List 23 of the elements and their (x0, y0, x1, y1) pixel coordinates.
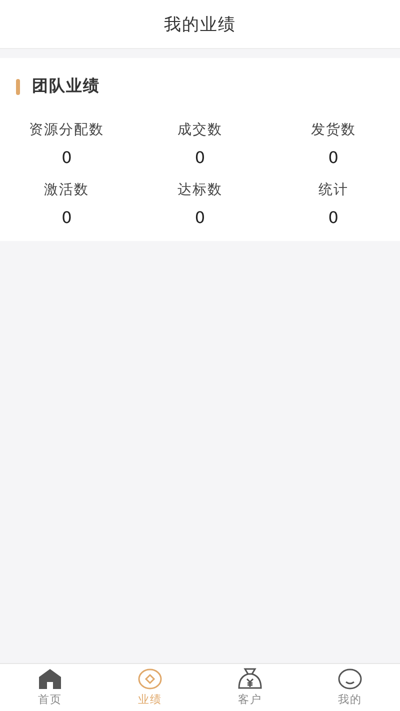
stat-label: 资源分配数 (29, 121, 104, 139)
stat-value: 0 (328, 148, 338, 167)
face-icon (338, 668, 362, 690)
stat-label: 发货数 (310, 121, 356, 139)
tab[interactable]: 首页 (0, 664, 100, 711)
section-title: 团队业绩 (32, 76, 100, 97)
stat-value: 0 (62, 148, 72, 167)
stat-label: 激活数 (44, 181, 90, 199)
stat-value: 0 (328, 208, 338, 227)
accent-bar (16, 78, 20, 94)
stat-value: 0 (62, 208, 72, 227)
page-title: 我的业绩 (164, 14, 236, 36)
tab[interactable]: 业绩 (100, 664, 200, 711)
tab[interactable]: 客户 (200, 664, 300, 711)
money-bag-icon (238, 668, 262, 690)
stat-label: 统计 (318, 181, 348, 199)
stat-label: 达标数 (177, 181, 222, 199)
stat-value: 0 (194, 148, 206, 167)
stat-label: 成交数 (177, 121, 222, 139)
tab[interactable]: 我的 (300, 664, 400, 711)
home-icon (38, 668, 62, 690)
coin-icon (138, 668, 162, 690)
stat-value: 0 (194, 208, 206, 227)
